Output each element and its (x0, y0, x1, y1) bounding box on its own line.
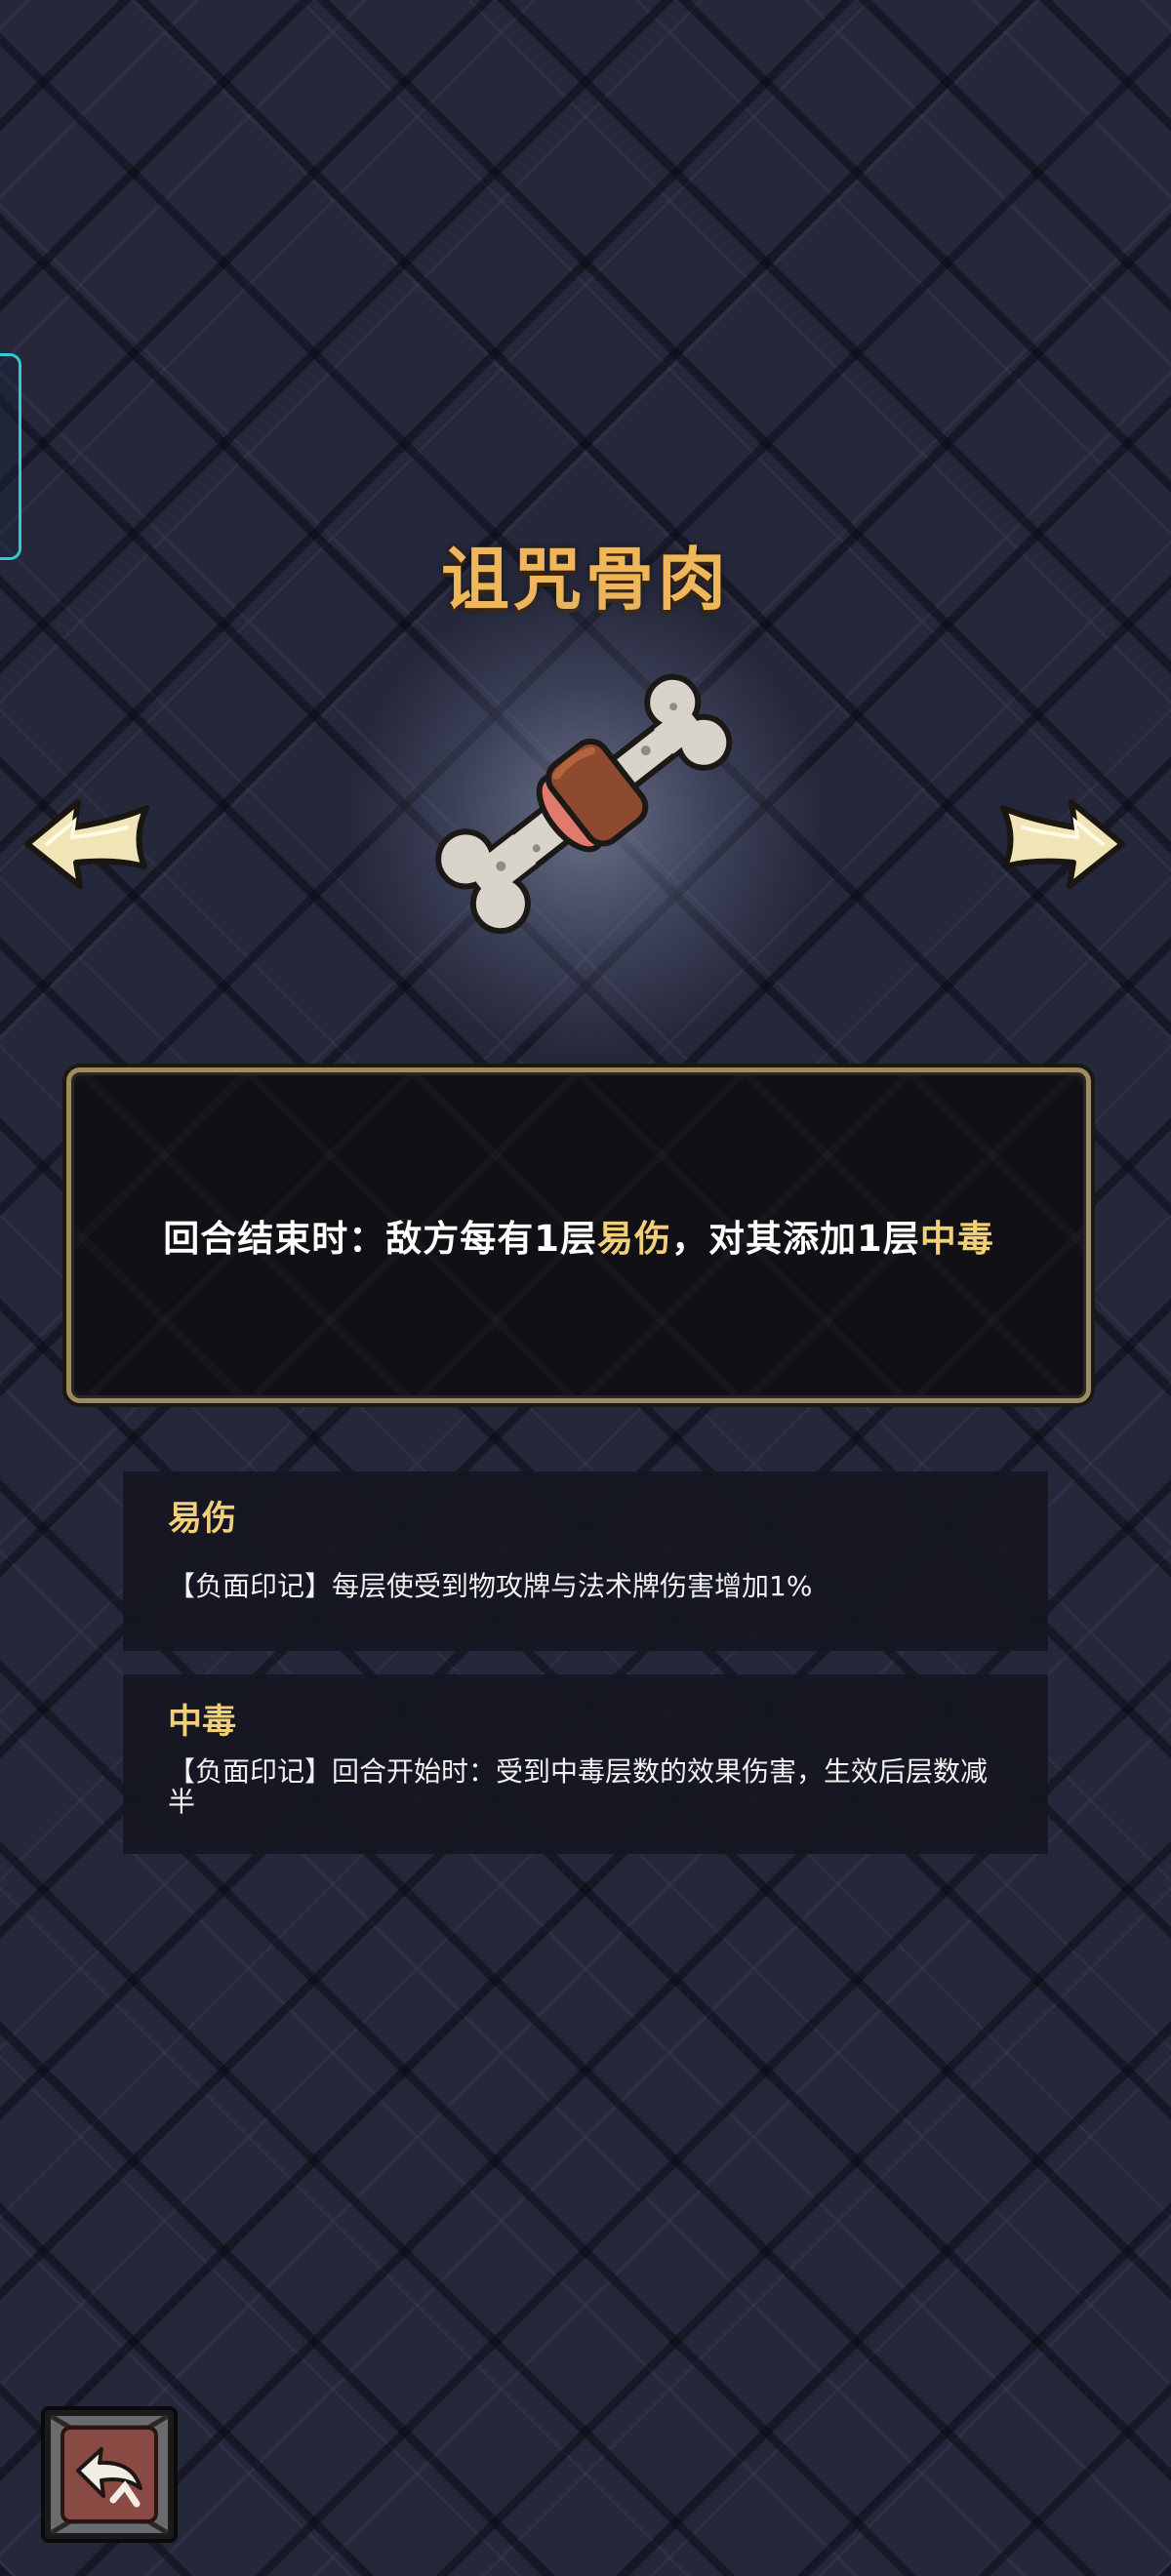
description-text: 回合结束时：敌方每有1层 (163, 1218, 597, 1260)
cursed-bone-meat-icon (435, 673, 733, 935)
description-text: ，对其添加1层 (671, 1218, 920, 1260)
keyword-description: 【负面印记】每层使受到物攻牌与法术牌伤害增加1% (168, 1570, 813, 1602)
keyword-title: 易伤 (168, 1500, 237, 1539)
item-description-box: 回合结束时：敌方每有1层易伤，对其添加1层中毒 (66, 1067, 1091, 1403)
back-button[interactable] (37, 2402, 182, 2547)
keyword-card-poison: 中毒 【负面印记】回合开始时：受到中毒层数的效果伤害，生效后层数减半 (123, 1674, 1048, 1854)
item-description: 回合结束时：敌方每有1层易伤，对其添加1层中毒 (163, 1209, 994, 1262)
next-item-arrow[interactable] (995, 790, 1132, 898)
keyword-vulnerable[interactable]: 易伤 (597, 1218, 671, 1260)
keyword-card-vulnerable: 易伤 【负面印记】每层使受到物攻牌与法术牌伤害增加1% (123, 1471, 1048, 1651)
prev-item-arrow[interactable] (18, 790, 154, 898)
keyword-description: 【负面印记】回合开始时：受到中毒层数的效果伤害，生效后层数减半 (168, 1755, 989, 1818)
keyword-title: 中毒 (168, 1703, 237, 1742)
keyword-poison[interactable]: 中毒 (920, 1218, 994, 1260)
